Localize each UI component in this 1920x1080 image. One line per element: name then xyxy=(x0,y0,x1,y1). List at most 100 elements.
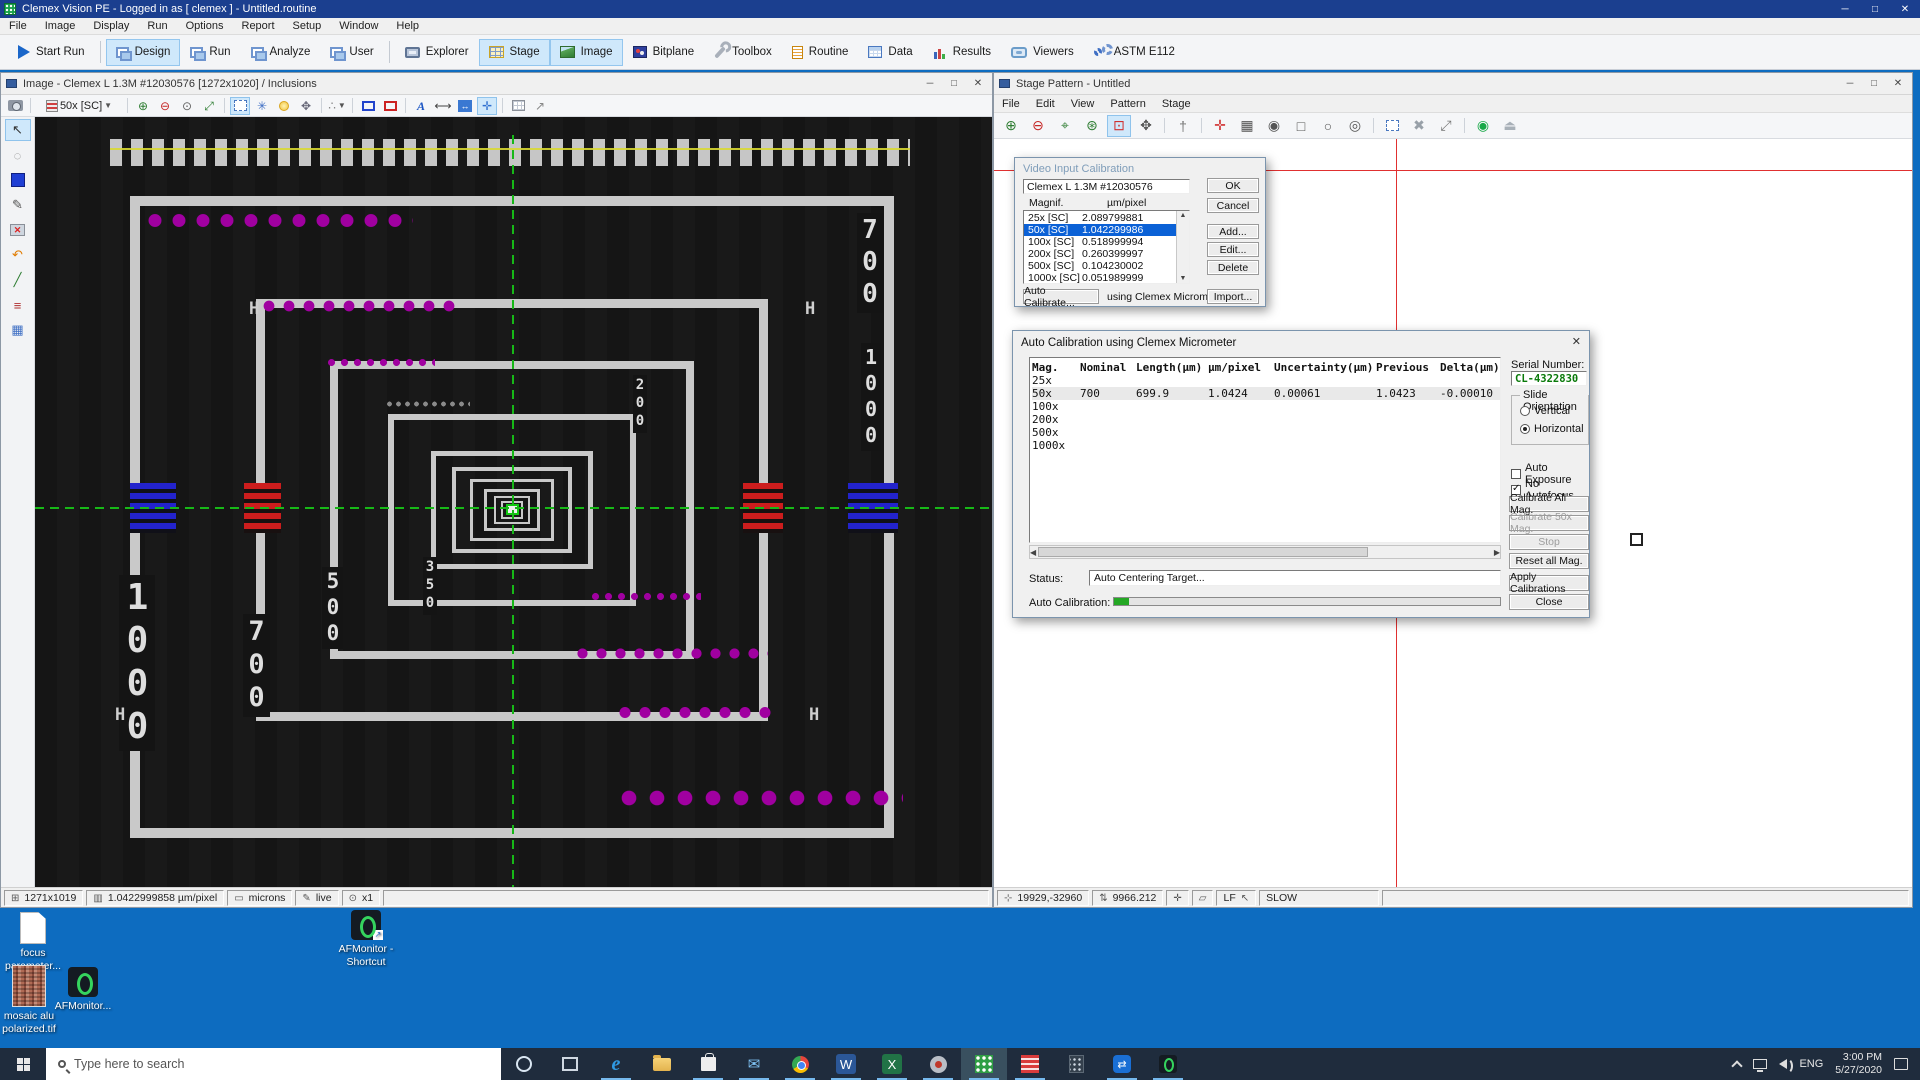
maximize-button[interactable]: □ xyxy=(1860,0,1890,18)
clock[interactable]: 3:00 PM 5/27/2020 xyxy=(1835,1051,1882,1077)
list-item[interactable]: 200x [SC]0.260399997 xyxy=(1024,248,1189,260)
list-scrollbar[interactable]: ▲▼ xyxy=(1176,211,1189,283)
taskbar-store[interactable] xyxy=(685,1048,731,1080)
scrollbar-thumb[interactable] xyxy=(1038,547,1368,557)
camera-name-field[interactable]: Clemex L 1.3M #12030576 xyxy=(1023,179,1190,194)
pan-pattern-button[interactable]: ✳ xyxy=(252,97,272,115)
annotate-button[interactable]: A xyxy=(411,97,431,115)
close-button[interactable]: ✕ xyxy=(1890,0,1920,18)
export-button[interactable]: ↗ xyxy=(530,97,550,115)
pan-hand-button[interactable]: ✥ xyxy=(1134,115,1158,137)
image-button[interactable]: Image xyxy=(550,39,623,66)
joystick-button[interactable]: † xyxy=(1171,115,1195,137)
results-button[interactable]: Results xyxy=(923,39,1001,66)
close-button[interactable]: Close xyxy=(1509,594,1589,610)
viewers-button[interactable]: Viewers xyxy=(1001,39,1084,66)
start-run-button[interactable]: Start Run xyxy=(8,39,95,66)
menu-setup[interactable]: Setup xyxy=(284,20,331,32)
vertical-radio[interactable]: Vertical xyxy=(1520,405,1570,417)
scroll-up-icon[interactable]: ▲ xyxy=(1180,212,1187,219)
taskbar-gear-app[interactable] xyxy=(915,1048,961,1080)
list-item[interactable]: 1000x [SC]0.051989999 xyxy=(1024,272,1189,284)
stage-move-field[interactable]: ✛ xyxy=(1166,890,1188,906)
list-item[interactable]: 25x [SC]2.089799881 xyxy=(1024,212,1189,224)
report-button[interactable] xyxy=(508,97,528,115)
calibrate-all-mag-button[interactable]: Calibrate All Mag. xyxy=(1509,496,1589,512)
reset-all-mag-button[interactable]: Reset all Mag. xyxy=(1509,553,1589,569)
zoom-in-button[interactable]: ⊕ xyxy=(999,115,1023,137)
cortana-button[interactable] xyxy=(501,1048,547,1080)
delete-button[interactable]: Delete xyxy=(1207,260,1259,275)
center-view-button[interactable]: ⊡ xyxy=(1107,115,1131,137)
table-horizontal-scrollbar[interactable]: ◀ ▶ xyxy=(1029,545,1501,559)
data-button[interactable]: Data xyxy=(858,39,922,66)
apply-calibrations-button[interactable]: Apply Calibrations xyxy=(1509,575,1589,591)
routine-button[interactable]: Routine xyxy=(782,39,859,66)
auto-calibrate-button[interactable]: Auto Calibrate... xyxy=(1023,289,1099,304)
color-swatch-tool[interactable] xyxy=(5,169,31,191)
square-pattern-button[interactable]: □ xyxy=(1289,115,1313,137)
ok-button[interactable]: OK xyxy=(1207,178,1259,193)
import-button[interactable]: Import... xyxy=(1207,289,1259,304)
astm-e112-button[interactable]: ASTM E112 xyxy=(1084,39,1185,66)
menu-file[interactable]: File xyxy=(0,20,36,32)
pointer-tool[interactable]: ↖ xyxy=(5,119,31,141)
tray-chevron-icon[interactable] xyxy=(1732,1060,1743,1071)
zoom-out-button[interactable]: ⊖ xyxy=(155,97,175,115)
taskbar-file-explorer[interactable] xyxy=(639,1048,685,1080)
horizontal-radio[interactable]: Horizontal xyxy=(1520,423,1584,435)
circle-tool[interactable]: ◌ xyxy=(5,144,31,166)
taskbar-calculator[interactable] xyxy=(1053,1048,1099,1080)
auto-loop-button[interactable]: ◉ xyxy=(1471,115,1495,137)
cancel-button[interactable]: Cancel xyxy=(1207,198,1259,213)
table-row[interactable]: 1000x xyxy=(1032,439,1500,452)
delete-object-tool[interactable]: ✕ xyxy=(5,219,31,241)
menu-window[interactable]: Window xyxy=(330,20,387,32)
explorer-button[interactable]: Explorer xyxy=(395,39,479,66)
scroll-left-icon[interactable]: ◀ xyxy=(1030,548,1036,557)
maximize-button[interactable]: □ xyxy=(1862,75,1886,92)
units-field[interactable]: ▭microns xyxy=(227,890,292,906)
taskbar-clemex-vision[interactable] xyxy=(961,1048,1007,1080)
close-button[interactable]: ✕ xyxy=(1886,75,1910,92)
stage-position-marker[interactable] xyxy=(1630,533,1643,546)
grid-pattern-button[interactable]: ▦ xyxy=(1235,115,1259,137)
live-mode-field[interactable]: ✎live xyxy=(295,890,338,906)
brush-tool[interactable]: ✎ xyxy=(5,194,31,216)
eject-button[interactable]: ⏏ xyxy=(1498,115,1522,137)
run-button[interactable]: Run xyxy=(180,39,240,66)
close-button[interactable]: ✕ xyxy=(966,75,990,92)
maximize-button[interactable]: □ xyxy=(942,75,966,92)
menu-stage[interactable]: Stage xyxy=(1154,98,1199,110)
list-item[interactable]: 500x [SC]0.104230002 xyxy=(1024,260,1189,272)
zoom-selection-button[interactable]: ⌖ xyxy=(1053,115,1077,137)
minimize-button[interactable]: ─ xyxy=(1838,75,1862,92)
stage-button[interactable]: Stage xyxy=(479,39,550,66)
add-button[interactable]: Add... xyxy=(1207,224,1259,239)
micrograph-canvas[interactable]: 1000 700 500 350 200 700 1000 H H H H xyxy=(35,117,992,887)
taskbar-afmonitor[interactable] xyxy=(1145,1048,1191,1080)
measure-button[interactable]: ↔ xyxy=(455,97,475,115)
series-tool[interactable]: ≡ xyxy=(5,294,31,316)
desktop-icon-afmonitor-shortcut[interactable]: ↗ AFMonitor - Shortcut xyxy=(327,910,405,968)
stage-window-titlebar[interactable]: Stage Pattern - Untitled ─ □ ✕ xyxy=(994,73,1912,95)
illumination-button[interactable] xyxy=(274,97,294,115)
menu-options[interactable]: Options xyxy=(177,20,233,32)
pattern-dropdown[interactable]: ∴▼ xyxy=(327,97,347,115)
taskbar-edge[interactable]: e xyxy=(593,1048,639,1080)
image-window-titlebar[interactable]: Image - Clemex L 1.3M #12030576 [1272x10… xyxy=(1,73,992,95)
line-tool[interactable]: ╱ xyxy=(5,269,31,291)
table-row[interactable]: 25x xyxy=(1032,374,1500,387)
bitplane-button[interactable]: Bitplane xyxy=(623,39,705,66)
menu-run[interactable]: Run xyxy=(138,20,176,32)
edit-button[interactable]: Edit... xyxy=(1207,242,1259,257)
toolbox-button[interactable]: Toolbox xyxy=(704,39,782,66)
minimize-button[interactable]: ─ xyxy=(918,75,942,92)
target-button[interactable]: ✛ xyxy=(1208,115,1232,137)
grab-button[interactable]: ✥ xyxy=(296,97,316,115)
design-button[interactable]: Design xyxy=(106,39,181,66)
zoom-in-button[interactable]: ⊕ xyxy=(133,97,153,115)
serial-number-field[interactable]: CL-4322830 xyxy=(1511,371,1587,386)
menu-display[interactable]: Display xyxy=(84,20,138,32)
volume-icon[interactable] xyxy=(1779,1059,1787,1069)
